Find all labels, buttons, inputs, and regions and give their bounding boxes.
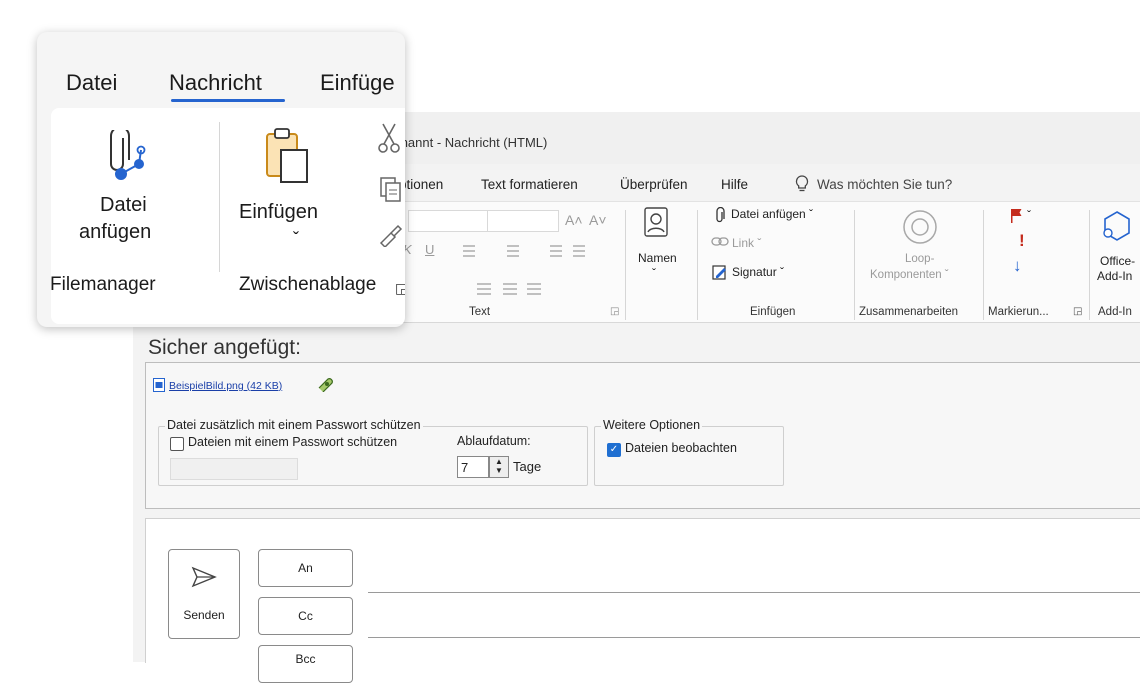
ribbon-separator bbox=[854, 210, 855, 320]
more-options-legend: Weitere Optionen bbox=[601, 418, 703, 432]
cut-icon[interactable] bbox=[378, 122, 400, 159]
insert-group-label: Einfügen bbox=[750, 306, 796, 318]
dialog-launcher-icon[interactable]: ◲ bbox=[1073, 306, 1082, 317]
signature-icon bbox=[712, 264, 728, 285]
high-importance-icon[interactable]: ! bbox=[1019, 231, 1025, 251]
link-icon bbox=[711, 235, 729, 254]
image-file-icon bbox=[153, 378, 165, 397]
flag-chevron-icon: ˇ bbox=[1027, 208, 1031, 222]
font-size-dropdown[interactable] bbox=[487, 210, 559, 232]
ribbon-separator bbox=[983, 210, 984, 320]
filemanager-group-label: Filemanager bbox=[50, 274, 156, 295]
link-button[interactable]: Link ˇ bbox=[732, 236, 761, 250]
signature-button[interactable]: Signatur ˇ bbox=[732, 265, 784, 279]
bcc-button[interactable]: Bcc bbox=[258, 645, 353, 683]
tab-options[interactable]: ptionen bbox=[399, 177, 443, 192]
attach-label-2: anfügen bbox=[79, 221, 152, 243]
office-addin-icon[interactable] bbox=[1100, 209, 1134, 250]
lightbulb-icon bbox=[793, 174, 811, 197]
addin-group-label: Add-In bbox=[1098, 306, 1132, 318]
callout-separator bbox=[219, 122, 220, 272]
callout-ribbon-body: Datei anfügen Einfügen ˇ Filemanager Zwi… bbox=[50, 108, 405, 324]
office-addin-label-2: Add-In bbox=[1097, 269, 1133, 283]
paperclip-eye-icon bbox=[316, 376, 336, 397]
to-button[interactable]: An bbox=[258, 549, 353, 587]
secure-attach-heading: Sicher angefügt: bbox=[148, 336, 301, 359]
ribbon-separator bbox=[1089, 210, 1090, 320]
password-legend: Datei zusätzlich mit einem Passwort schü… bbox=[165, 418, 423, 432]
loop-component-icon[interactable] bbox=[901, 208, 939, 251]
password-input[interactable] bbox=[170, 458, 298, 480]
grow-font-button[interactable]: A˄ bbox=[565, 212, 583, 228]
active-tab-indicator bbox=[171, 99, 285, 102]
text-group-label: Text bbox=[469, 306, 491, 318]
to-line bbox=[368, 592, 1140, 593]
tab-message[interactable]: Nachricht bbox=[169, 70, 262, 96]
expiry-spinner[interactable]: ▲ ▼ bbox=[489, 456, 509, 478]
expiry-unit: Tage bbox=[513, 459, 542, 474]
font-name-dropdown[interactable] bbox=[408, 210, 490, 232]
clipboard-paste-icon[interactable] bbox=[263, 126, 311, 191]
tab-help[interactable]: Hilfe bbox=[721, 177, 748, 192]
ribbon-separator bbox=[697, 210, 698, 320]
password-checkbox-label: Dateien mit einem Passwort schützen bbox=[188, 435, 398, 449]
address-book-icon[interactable] bbox=[641, 206, 671, 245]
format-painter-icon[interactable] bbox=[377, 221, 405, 252]
password-checkbox[interactable] bbox=[170, 437, 184, 451]
paste-label[interactable]: Einfügen bbox=[239, 201, 318, 224]
tab-format-text[interactable]: Text formatieren bbox=[481, 177, 578, 192]
attach-file-button[interactable]: Datei anfügen ˇ bbox=[731, 207, 813, 221]
filemanager-attach-icon[interactable] bbox=[101, 126, 151, 187]
send-button[interactable]: Senden bbox=[168, 549, 240, 639]
loop-label-1: Loop- bbox=[905, 253, 935, 265]
paste-chevron-icon: ˇ bbox=[293, 229, 299, 249]
flag-icon[interactable] bbox=[1010, 208, 1024, 229]
watch-files-label: Dateien beobachten bbox=[625, 441, 737, 455]
cc-line bbox=[368, 637, 1140, 638]
tab-review[interactable]: Überprüfen bbox=[620, 177, 688, 192]
expiry-label: Ablaufdatum: bbox=[457, 434, 531, 448]
list-buttons[interactable]: A bbox=[436, 240, 605, 309]
expiry-days-input[interactable]: 7 bbox=[457, 456, 489, 478]
clipboard-group-label: Zwischenablage bbox=[239, 274, 377, 295]
shrink-font-button[interactable]: A˅ bbox=[589, 212, 607, 228]
tab-file[interactable]: Datei bbox=[66, 70, 117, 96]
tab-insert[interactable]: Einfüge bbox=[320, 70, 395, 96]
expiry-value: 7 bbox=[461, 460, 469, 475]
dialog-launcher-icon[interactable]: ◲ bbox=[610, 306, 619, 317]
send-icon bbox=[191, 566, 217, 591]
dialog-launcher-icon[interactable]: ◲ bbox=[395, 280, 405, 297]
names-button[interactable]: Namen bbox=[638, 251, 677, 265]
watch-files-checkbox[interactable]: ✓ bbox=[607, 443, 621, 457]
tell-me-search[interactable]: Was möchten Sie tun? bbox=[817, 177, 952, 192]
copy-icon[interactable] bbox=[379, 176, 403, 209]
paperclip-icon bbox=[713, 206, 727, 230]
collaborate-group-label: Zusammenarbeiten bbox=[859, 306, 959, 318]
send-label: Senden bbox=[183, 608, 225, 622]
loop-label-2[interactable]: Komponenten ˇ bbox=[870, 269, 949, 281]
office-addin-label-1: Office- bbox=[1100, 254, 1136, 268]
underline-button[interactable]: U bbox=[425, 242, 434, 257]
more-options-fieldset: Weitere Optionen bbox=[594, 418, 784, 486]
ribbon-separator bbox=[625, 210, 626, 320]
names-chevron-icon: ˇ bbox=[652, 266, 656, 280]
cc-button[interactable]: Cc bbox=[258, 597, 353, 635]
flags-group-label: Markierun... bbox=[988, 306, 1049, 318]
compose-area bbox=[145, 518, 1140, 663]
attach-label-1: Datei bbox=[100, 194, 147, 216]
low-importance-icon[interactable]: ↓ bbox=[1013, 256, 1022, 276]
zoomed-ribbon-callout: Datei Nachricht Einfüge Datei anfügen Ei… bbox=[37, 32, 405, 327]
attached-file-link[interactable]: BeispielBild.png (42 KB) bbox=[169, 380, 282, 392]
